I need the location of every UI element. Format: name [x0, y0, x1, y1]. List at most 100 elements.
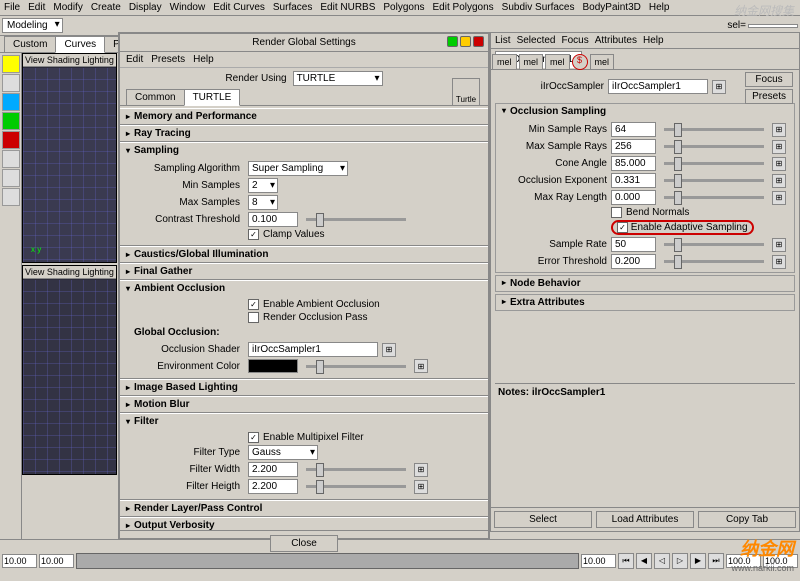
tool-scale[interactable] [2, 131, 20, 149]
occ-exp-slider[interactable] [664, 179, 764, 182]
tl-playback-icon[interactable]: ◁ [654, 553, 670, 569]
viewport-menu-2[interactable]: View Shading Lighting [23, 266, 116, 279]
mel-btn-5[interactable]: mel [590, 54, 615, 70]
viewport-menu[interactable]: View Shading Lighting [23, 54, 116, 67]
sampler-map-icon[interactable]: ⊞ [712, 80, 726, 94]
max-samples-select[interactable]: 8 [248, 195, 278, 210]
render-using-select[interactable]: TURTLE [293, 71, 383, 86]
bend-checkbox[interactable] [611, 207, 622, 218]
menu-editpolygons[interactable]: Edit Polygons [433, 2, 494, 13]
env-color-slider[interactable] [306, 365, 406, 368]
max-ray-input[interactable]: 0.000 [611, 190, 656, 205]
sec-memory[interactable]: Memory and Performance [120, 109, 488, 124]
sec-caustics[interactable]: Caustics/Global Illumination [120, 247, 488, 262]
sec-renderlayer[interactable]: Render Layer/Pass Control [120, 501, 488, 516]
occ-exp-map-icon[interactable]: ⊞ [772, 174, 786, 188]
err-thresh-slider[interactable] [664, 260, 764, 263]
min-rays-map-icon[interactable]: ⊞ [772, 123, 786, 137]
filter-height-input[interactable]: 2.200 [248, 479, 298, 494]
sec-filter[interactable]: Filter [120, 414, 488, 429]
sec-ao[interactable]: Ambient Occlusion [120, 281, 488, 296]
max-rays-input[interactable]: 256 [611, 139, 656, 154]
render-occ-checkbox[interactable] [248, 312, 259, 323]
tl-cur[interactable]: 10.00 [581, 554, 616, 568]
shelf-tab-custom[interactable]: Custom [4, 36, 56, 52]
sec-final[interactable]: Final Gather [120, 264, 488, 279]
sample-rate-input[interactable]: 50 [611, 237, 656, 252]
menu-polygons[interactable]: Polygons [383, 2, 424, 13]
sample-rate-map-icon[interactable]: ⊞ [772, 238, 786, 252]
min-rays-slider[interactable] [664, 128, 764, 131]
filter-type-select[interactable]: Gauss [248, 445, 318, 460]
viewport-grid[interactable] [23, 68, 116, 262]
tl-rewind-icon[interactable]: ⏮ [618, 553, 634, 569]
dtab-common[interactable]: Common [126, 89, 185, 105]
max-icon[interactable] [460, 36, 471, 47]
attr-menu-list[interactable]: List [495, 35, 511, 46]
err-thresh-input[interactable]: 0.200 [611, 254, 656, 269]
dmenu-presets[interactable]: Presets [151, 54, 185, 65]
max-rays-map-icon[interactable]: ⊞ [772, 140, 786, 154]
shelf-tab-curves[interactable]: Curves [55, 36, 105, 53]
tool-7[interactable] [2, 169, 20, 187]
contrast-slider[interactable] [306, 218, 406, 221]
attr-menu-focus[interactable]: Focus [561, 35, 588, 46]
cone-input[interactable]: 85.000 [611, 156, 656, 171]
sec-ibl[interactable]: Image Based Lighting [120, 380, 488, 395]
menu-create[interactable]: Create [91, 2, 121, 13]
dmenu-edit[interactable]: Edit [126, 54, 143, 65]
min-samples-select[interactable]: 2 [248, 178, 278, 193]
clamp-checkbox[interactable]: ✓ [248, 229, 259, 240]
close-button[interactable]: Close [270, 535, 338, 552]
contrast-input[interactable]: 0.100 [248, 212, 298, 227]
min-rays-input[interactable]: 64 [611, 122, 656, 137]
dmenu-help[interactable]: Help [193, 54, 214, 65]
sample-rate-slider[interactable] [664, 243, 764, 246]
mode-select[interactable]: Modeling [2, 18, 63, 33]
tl-play-icon[interactable]: ▷ [672, 553, 688, 569]
tl-start2[interactable]: 10.00 [39, 554, 74, 568]
load-attr-button[interactable]: Load Attributes [596, 511, 694, 528]
sel-input[interactable] [748, 24, 798, 28]
mel-btn-3[interactable]: mel [545, 54, 570, 70]
viewport-grid-2[interactable] [23, 280, 116, 474]
tool-lasso[interactable] [2, 74, 20, 92]
filter-width-slider[interactable] [306, 468, 406, 471]
viewport-top[interactable]: View Shading Lighting x y [22, 53, 117, 263]
mel-btn-dollar[interactable]: $ [572, 54, 588, 70]
tool-rotate[interactable] [2, 112, 20, 130]
close-icon[interactable] [473, 36, 484, 47]
presets-button[interactable]: Presets [745, 89, 793, 104]
copy-tab-button[interactable]: Copy Tab [698, 511, 796, 528]
mel-btn-2[interactable]: mel [519, 54, 544, 70]
sec-mblur[interactable]: Motion Blur [120, 397, 488, 412]
cone-slider[interactable] [664, 162, 764, 165]
menu-help[interactable]: Help [649, 2, 670, 13]
tl-end-icon[interactable]: ⏭ [708, 553, 724, 569]
max-rays-slider[interactable] [664, 145, 764, 148]
max-ray-map-icon[interactable]: ⊞ [772, 191, 786, 205]
tl-stepfwd-icon[interactable]: ▶ [690, 553, 706, 569]
tl-stepback-icon[interactable]: ◀ [636, 553, 652, 569]
sec-verbosity[interactable]: Output Verbosity [120, 518, 488, 530]
adaptive-checkbox[interactable]: ✓ [617, 222, 628, 233]
filter-height-slider[interactable] [306, 485, 406, 488]
min-icon[interactable] [447, 36, 458, 47]
tool-8[interactable] [2, 188, 20, 206]
attr-menu-attributes[interactable]: Attributes [595, 35, 637, 46]
viewport-bottom[interactable]: View Shading Lighting [22, 265, 117, 475]
cone-map-icon[interactable]: ⊞ [772, 157, 786, 171]
menu-editnurbs[interactable]: Edit NURBS [320, 2, 375, 13]
occ-sampling-header[interactable]: Occlusion Sampling [496, 104, 794, 119]
filter-height-map-icon[interactable]: ⊞ [414, 480, 428, 494]
menu-modify[interactable]: Modify [53, 2, 82, 13]
enable-filter-checkbox[interactable]: ✓ [248, 432, 259, 443]
tool-6[interactable] [2, 150, 20, 168]
env-color-swatch[interactable] [248, 359, 298, 373]
tl-start[interactable]: 10.00 [2, 554, 37, 568]
dtab-turtle[interactable]: TURTLE [184, 89, 241, 106]
filter-width-input[interactable]: 2.200 [248, 462, 298, 477]
filter-width-map-icon[interactable]: ⊞ [414, 463, 428, 477]
attr-menu-help[interactable]: Help [643, 35, 664, 46]
tool-move[interactable] [2, 93, 20, 111]
